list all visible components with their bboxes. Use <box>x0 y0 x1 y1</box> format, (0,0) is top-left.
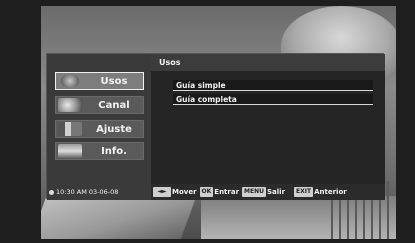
option-guia-completa[interactable]: Guía completa <box>173 94 373 105</box>
help-label-anterior: Anterior <box>314 188 347 196</box>
ok-key-icon: OK <box>199 187 214 197</box>
menu-item-label: Usos <box>100 76 128 87</box>
main-menu-sidebar: Usos Canal Ajuste Info. 10:30 AM 03-06-0… <box>47 54 151 200</box>
option-guia-simple[interactable]: Guía simple <box>173 80 373 91</box>
clock-display: 10:30 AM 03-06-08 <box>49 186 149 198</box>
help-label-entrar: Entrar <box>214 188 240 196</box>
help-bar: ◄► Mover OK Entrar MENU Salir EXIT Anterior <box>151 184 385 200</box>
osd-menu-window: Usos Canal Ajuste Info. 10:30 AM 03-06-0… <box>46 53 385 200</box>
submenu-panel: Usos Guía simple Guía completa <box>151 54 385 184</box>
menu-item-canal[interactable]: Canal <box>55 96 144 114</box>
menu-item-label: Ajuste <box>96 124 132 135</box>
menu-item-label: Canal <box>98 100 130 111</box>
arrows-key-icon: ◄► <box>153 187 171 197</box>
tools-icon <box>58 122 82 136</box>
satellite-dish-icon <box>58 98 82 112</box>
globe-icon <box>61 74 79 88</box>
panel-title: Usos <box>151 54 385 71</box>
menu-item-ajuste[interactable]: Ajuste <box>55 120 144 138</box>
menu-key-icon: MENU <box>242 187 267 197</box>
clock-icon <box>49 189 54 195</box>
exit-key-icon: EXIT <box>294 187 314 197</box>
menu-item-label: Info. <box>101 146 127 157</box>
clock-text: 10:30 AM 03-06-08 <box>56 188 119 196</box>
menu-item-info[interactable]: Info. <box>55 142 144 160</box>
menu-item-usos[interactable]: Usos <box>55 72 144 90</box>
help-label-salir: Salir <box>267 188 286 196</box>
info-book-icon <box>58 144 82 158</box>
help-label-mover: Mover <box>172 188 197 196</box>
